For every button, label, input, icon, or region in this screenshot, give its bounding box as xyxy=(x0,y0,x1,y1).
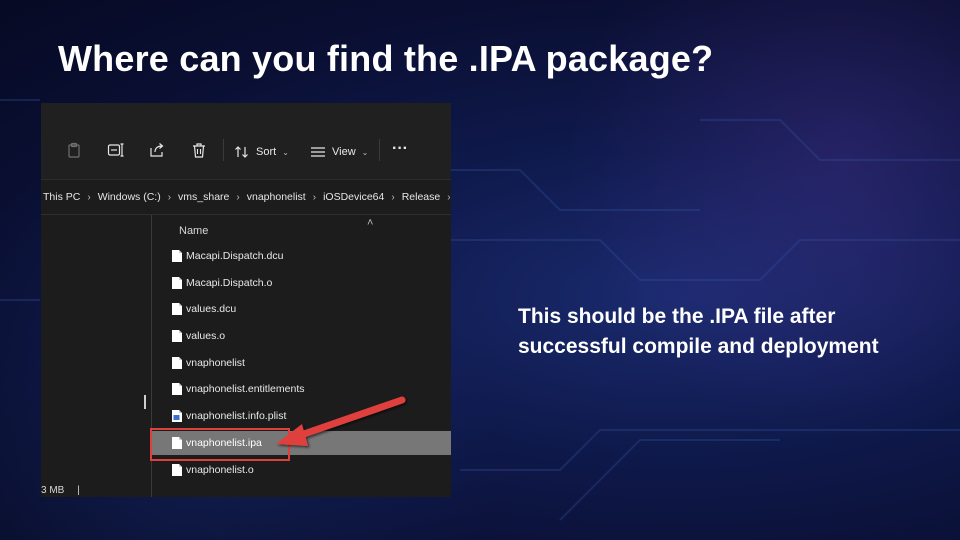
plist-icon xyxy=(172,410,182,422)
sort-label: Sort xyxy=(256,146,277,158)
file-name: vnaphonelist.entitlements xyxy=(186,383,305,395)
caption-line-1: This should be the .IPA file after xyxy=(518,305,836,328)
file-icon xyxy=(172,383,182,395)
status-size: 3 MB xyxy=(41,485,65,496)
file-row[interactable]: vnaphonelist.info.plist xyxy=(152,404,451,428)
chevron-right-icon: › xyxy=(236,191,240,203)
file-row[interactable]: vnaphonelist xyxy=(152,351,451,375)
file-row[interactable]: values.dcu xyxy=(152,297,451,321)
breadcrumb: This PC › Windows (C:) › vms_share › vna… xyxy=(41,180,451,215)
status-bar: 3 MB | xyxy=(41,485,80,496)
file-name: values.dcu xyxy=(186,303,237,315)
breadcrumb-iosdevice64[interactable]: iOSDevice64 xyxy=(321,191,386,203)
share-icon[interactable] xyxy=(148,141,166,159)
breadcrumb-vnaphonelist[interactable]: vnaphonelist xyxy=(245,191,308,203)
sort-ascending-icon: ˄ xyxy=(367,217,374,229)
toolbar-separator xyxy=(379,139,380,161)
file-name: Macapi.Dispatch.o xyxy=(186,277,273,289)
file-icon xyxy=(172,330,182,342)
slide-caption: This should be the .IPA file after succe… xyxy=(518,302,938,362)
file-icon xyxy=(172,277,182,289)
file-name: vnaphonelist.o xyxy=(186,464,254,476)
column-header-name[interactable]: Name xyxy=(179,225,208,237)
chevron-right-icon: › xyxy=(391,191,395,203)
slide-title: Where can you find the .IPA package? xyxy=(58,38,714,79)
breadcrumb-windows-c[interactable]: Windows (C:) xyxy=(96,191,163,203)
file-row[interactable]: vnaphonelist.entitlements xyxy=(152,377,451,401)
annotation-highlight-box xyxy=(150,428,290,461)
file-row[interactable]: vnaphonelist.o xyxy=(152,458,451,482)
file-name: vnaphonelist xyxy=(186,357,245,369)
file-icon xyxy=(172,464,182,476)
file-icon xyxy=(172,250,182,262)
explorer-toolbar: Sort ⌄ View ⌄ ··· xyxy=(41,103,451,180)
file-icon xyxy=(172,357,182,369)
delete-icon[interactable] xyxy=(190,141,208,159)
file-name: vnaphonelist.info.plist xyxy=(186,410,287,422)
sort-icon xyxy=(235,146,248,158)
chevron-right-icon: › xyxy=(167,191,172,203)
chevron-right-icon: › xyxy=(87,191,91,203)
breadcrumb-vms-share[interactable]: vms_share xyxy=(176,191,231,203)
view-icon xyxy=(311,147,325,157)
paste-icon[interactable] xyxy=(65,141,83,159)
view-label: View xyxy=(332,146,356,158)
rename-icon[interactable] xyxy=(107,141,125,159)
more-options-button[interactable]: ··· xyxy=(392,140,408,158)
file-name: Macapi.Dispatch.dcu xyxy=(186,250,284,262)
caption-line-2: successful compile and deployment xyxy=(518,335,879,358)
chevron-down-icon: ⌄ xyxy=(361,147,369,157)
navigation-pane[interactable] xyxy=(41,215,151,497)
view-button[interactable]: View ⌄ xyxy=(310,143,368,161)
toolbar-separator xyxy=(223,139,224,161)
breadcrumb-release[interactable]: Release xyxy=(400,191,443,203)
file-name: values.o xyxy=(186,330,226,342)
chevron-right-icon: › xyxy=(312,191,317,203)
chevron-down-icon: ⌄ xyxy=(282,147,289,157)
breadcrumb-this-pc[interactable]: This PC xyxy=(41,191,82,203)
file-icon xyxy=(172,303,182,315)
file-row[interactable]: Macapi.Dispatch.o xyxy=(152,271,451,295)
chevron-right-icon: › xyxy=(447,191,451,203)
scrollbar-thumb[interactable] xyxy=(144,395,146,409)
sort-button[interactable]: Sort ⌄ xyxy=(234,143,289,161)
file-row[interactable]: values.o xyxy=(152,324,451,348)
status-separator: | xyxy=(77,485,80,496)
file-row[interactable]: Macapi.Dispatch.dcu xyxy=(152,244,451,268)
